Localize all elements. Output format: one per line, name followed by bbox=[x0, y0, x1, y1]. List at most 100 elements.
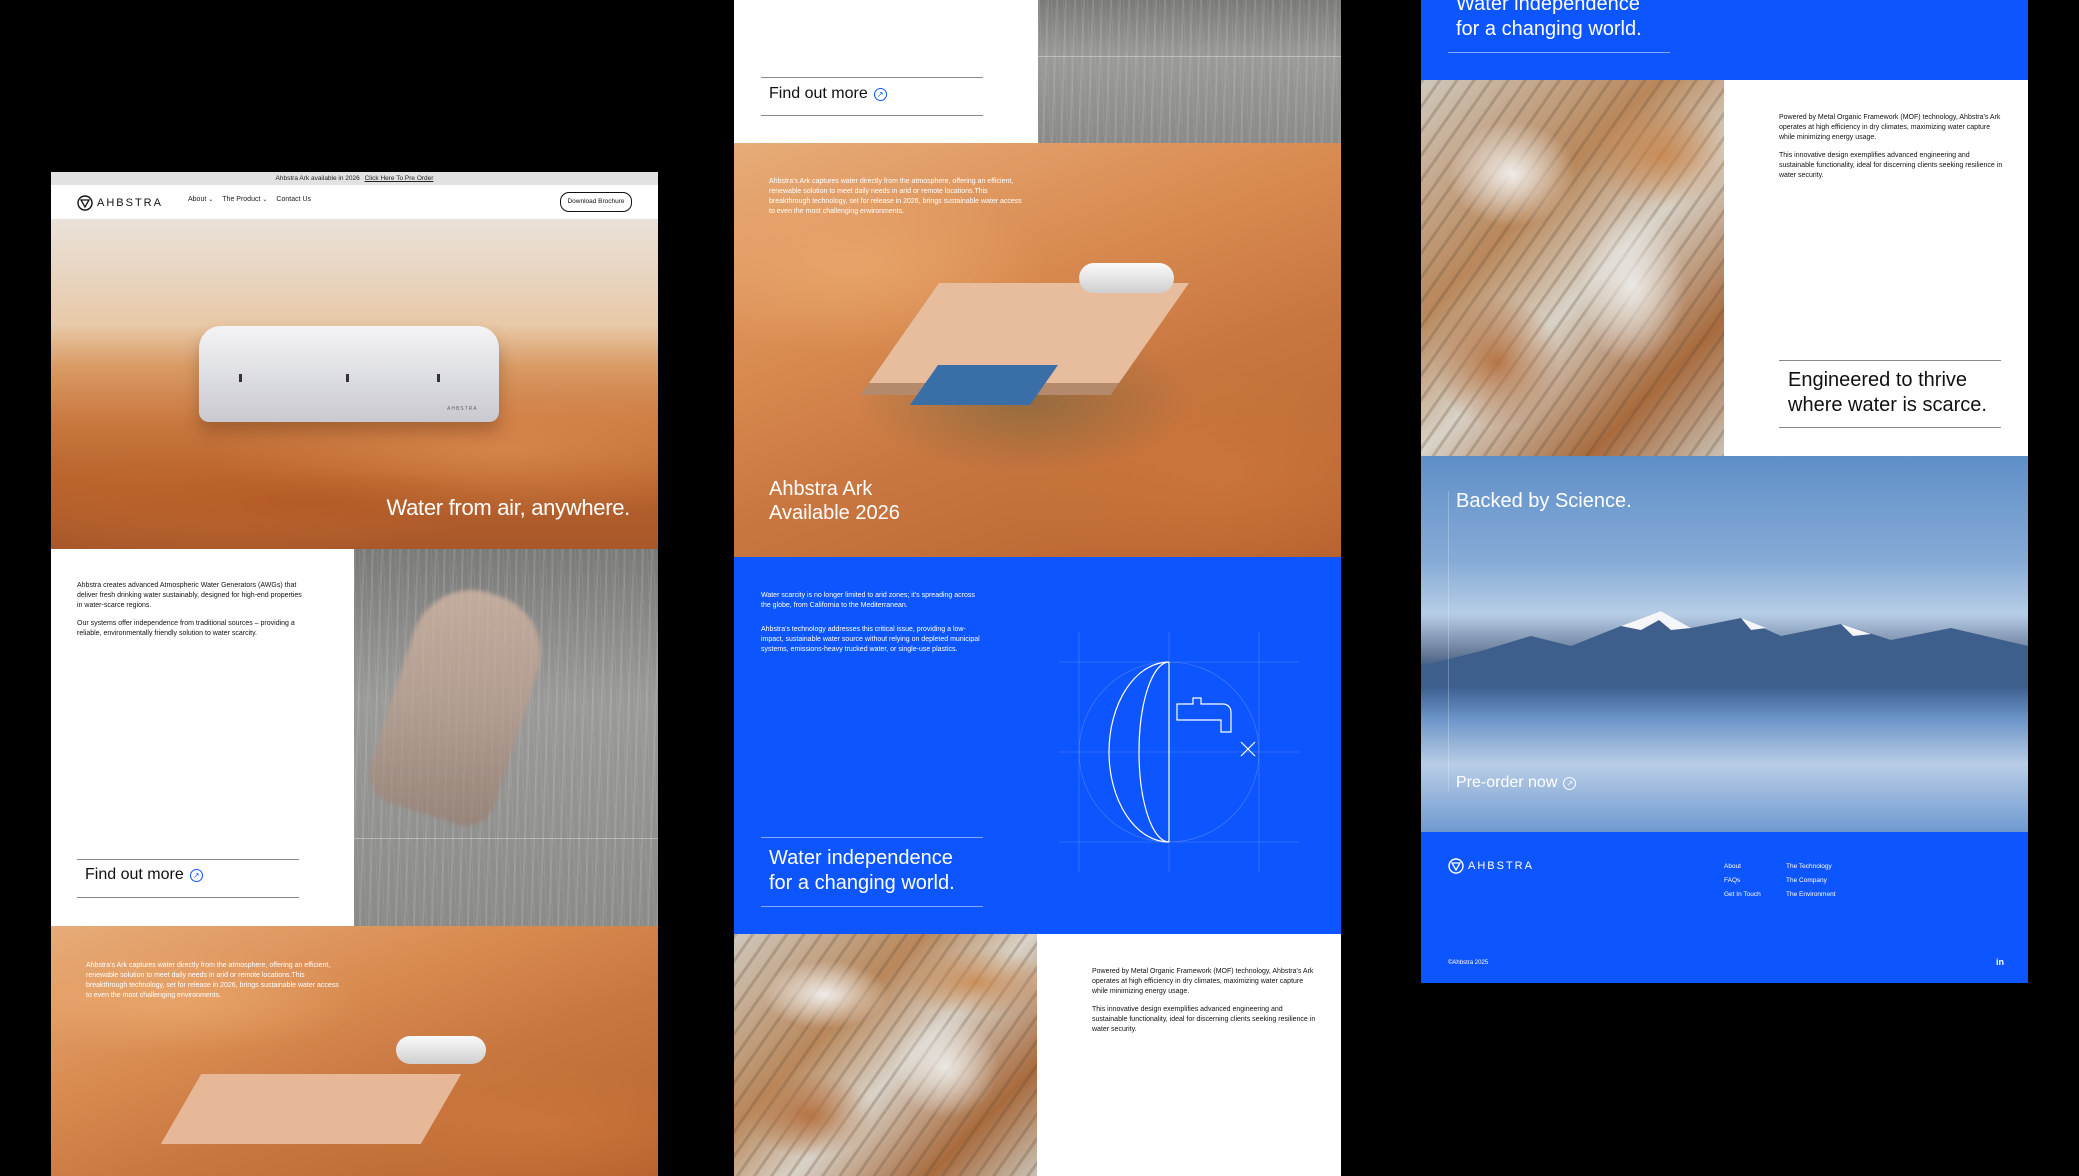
scarcity-headline-line: Water independence bbox=[1456, 0, 1640, 15]
divider bbox=[761, 115, 983, 116]
shower-hand-image bbox=[354, 549, 658, 929]
divider bbox=[1448, 52, 1670, 53]
house-roof bbox=[160, 1074, 462, 1144]
image-seam bbox=[1038, 56, 1341, 57]
unit-label: AHBSTRA bbox=[447, 406, 478, 412]
science-headline: Backed by Science. bbox=[1456, 490, 1632, 512]
site-footer: AHBSTRA About FAQs Get In Touch The Tech… bbox=[1421, 832, 2028, 983]
scarcity-paragraph: Ahbstra's technology addresses this crit… bbox=[761, 626, 980, 653]
page-canvas: { "announcement": {"text": "Ahbstra Ark … bbox=[0, 0, 2079, 1176]
mof-paragraph: Powered by Metal Organic Framework (MOF)… bbox=[1779, 114, 2001, 141]
chevron-down-icon: ⌄ bbox=[262, 197, 268, 203]
unit-slot bbox=[437, 374, 440, 382]
unit-slot bbox=[346, 374, 349, 382]
dune-shadow bbox=[51, 429, 658, 549]
science-divider-vertical bbox=[1448, 491, 1449, 791]
mountain-range bbox=[1421, 611, 2028, 686]
preorder-now-label: Pre-order now bbox=[1456, 774, 1558, 791]
mockup-panel-scroll-1: Find out more ↗ Ahbstra's Ark captures w… bbox=[734, 0, 1341, 1176]
footer-link-environment[interactable]: The Environment bbox=[1786, 888, 1836, 902]
ark-description: Ahbstra's Ark captures water directly fr… bbox=[769, 178, 1022, 215]
footer-col-2: The Technology The Company The Environme… bbox=[1786, 860, 1836, 902]
site-header: AHBSTRA About ⌄ The Product ⌄ Contact Us… bbox=[51, 185, 658, 219]
scarcity-paragraph: Water scarcity is no longer limited to a… bbox=[761, 592, 975, 609]
hand-silhouette bbox=[361, 574, 557, 834]
mof-text-block: Powered by Metal Organic Framework (MOF)… bbox=[1092, 967, 1317, 1035]
footer-copyright: ©Ahbstra 2025 bbox=[1448, 960, 1489, 966]
scarcity-headline: Water independence for a changing world. bbox=[769, 846, 955, 896]
arrow-up-right-icon: ↗ bbox=[873, 87, 887, 101]
header-logo[interactable]: AHBSTRA bbox=[77, 195, 163, 211]
mountain-lake-image: Backed by Science. Pre-order now ↗ bbox=[1421, 456, 2028, 832]
divider bbox=[1779, 360, 2001, 361]
footer-link-faqs[interactable]: FAQs bbox=[1724, 874, 1761, 888]
footer-link-company[interactable]: The Company bbox=[1786, 874, 1836, 888]
preorder-link[interactable]: Click Here To Pre Order bbox=[365, 175, 434, 182]
arrow-up-right-icon: ↗ bbox=[1563, 776, 1577, 790]
footer-link-technology[interactable]: The Technology bbox=[1786, 860, 1836, 874]
find-out-more-label: Find out more bbox=[85, 866, 184, 883]
ark-description: Ahbstra's Ark captures water directly fr… bbox=[86, 962, 339, 999]
find-out-more-link[interactable]: Find out more ↗ bbox=[85, 866, 203, 884]
mockup-panel-homepage: Ahbstra Ark available in 2026 Click Here… bbox=[51, 172, 658, 1176]
find-out-more-link[interactable]: Find out more ↗ bbox=[769, 85, 887, 103]
ark-house-image: Ahbstra's Ark captures water directly fr… bbox=[51, 926, 658, 1176]
footer-link-about[interactable]: About bbox=[1724, 860, 1761, 874]
divider bbox=[761, 837, 983, 838]
announcement-bar: Ahbstra Ark available in 2026 Click Here… bbox=[51, 172, 658, 185]
divider bbox=[1779, 427, 2001, 428]
mof-text-block: Powered by Metal Organic Framework (MOF)… bbox=[1779, 113, 2004, 181]
nav-product-label: The Product bbox=[222, 196, 261, 203]
awg-unit-image: AHBSTRA bbox=[199, 326, 499, 422]
tank-cylinders bbox=[396, 1036, 486, 1064]
logo-wordmark: AHBSTRA bbox=[1468, 860, 1534, 872]
mof-headline-line: Engineered to thrive bbox=[1788, 369, 1968, 391]
hero-image: AHBSTRA Water from air, anywhere. bbox=[51, 219, 658, 549]
linkedin-icon[interactable]: in bbox=[1996, 957, 2004, 967]
scarcity-headline-line: Water independence bbox=[769, 847, 953, 869]
satellite-terrain-image bbox=[1421, 80, 1724, 456]
divider bbox=[761, 77, 983, 78]
hero-headline: Water from air, anywhere. bbox=[386, 495, 630, 520]
divider bbox=[77, 897, 299, 898]
scarcity-section-crop: Water independence for a changing world. bbox=[1421, 0, 2028, 80]
scarcity-headline-line: for a changing world. bbox=[1456, 18, 1642, 40]
ark-headline-line: Ahbstra Ark bbox=[769, 478, 873, 500]
nav-about[interactable]: About ⌄ bbox=[188, 196, 213, 203]
mof-paragraph: This innovative design exemplifies advan… bbox=[1779, 152, 2003, 179]
ark-headline-line: Available 2026 bbox=[769, 502, 900, 524]
tap-blueprint-illustration bbox=[1059, 632, 1299, 872]
nav-about-label: About bbox=[188, 196, 207, 203]
mockup-panel-scroll-2: Water independence for a changing world.… bbox=[1421, 0, 2028, 983]
footer-col-1: About FAQs Get In Touch bbox=[1724, 860, 1761, 902]
scarcity-headline-line: for a changing world. bbox=[769, 872, 955, 894]
divider bbox=[761, 906, 983, 907]
mof-headline: Engineered to thrive where water is scar… bbox=[1788, 368, 1987, 418]
tank-cylinders bbox=[1079, 263, 1174, 293]
ark-headline: Ahbstra Ark Available 2026 bbox=[769, 477, 900, 525]
nav-contact[interactable]: Contact Us bbox=[276, 196, 311, 203]
logo-wordmark: AHBSTRA bbox=[97, 197, 163, 209]
chevron-down-icon: ⌄ bbox=[208, 197, 214, 203]
mof-paragraph: Powered by Metal Organic Framework (MOF)… bbox=[1092, 968, 1314, 995]
footer-logo[interactable]: AHBSTRA bbox=[1448, 858, 1534, 874]
intro-paragraph: Ahbstra creates advanced Atmospheric Wat… bbox=[77, 582, 302, 609]
preorder-now-link[interactable]: Pre-order now ↗ bbox=[1456, 774, 1577, 792]
scarcity-section: Water scarcity is no longer limited to a… bbox=[734, 557, 1341, 934]
intro-text-block: Ahbstra creates advanced Atmospheric Wat… bbox=[77, 581, 307, 639]
mof-headline-line: where water is scarce. bbox=[1788, 394, 1987, 416]
nav-product[interactable]: The Product ⌄ bbox=[222, 196, 267, 203]
intro-paragraph: Our systems offer independence from trad… bbox=[77, 620, 295, 637]
ark-house-image: Ahbstra's Ark captures water directly fr… bbox=[734, 143, 1341, 557]
footer-link-get-in-touch[interactable]: Get In Touch bbox=[1724, 888, 1761, 902]
logo-mark-icon bbox=[77, 195, 93, 211]
image-seam bbox=[354, 838, 658, 839]
scarcity-headline: Water independence for a changing world. bbox=[1456, 0, 1642, 42]
arrow-up-right-icon: ↗ bbox=[189, 868, 203, 882]
download-brochure-button[interactable]: Download Brochure bbox=[560, 192, 632, 212]
main-nav: About ⌄ The Product ⌄ Contact Us bbox=[188, 196, 311, 203]
satellite-terrain-image bbox=[734, 934, 1037, 1176]
mof-paragraph: This innovative design exemplifies advan… bbox=[1092, 1006, 1316, 1033]
shower-image-crop bbox=[1038, 0, 1341, 143]
find-out-more-label: Find out more bbox=[769, 85, 868, 102]
